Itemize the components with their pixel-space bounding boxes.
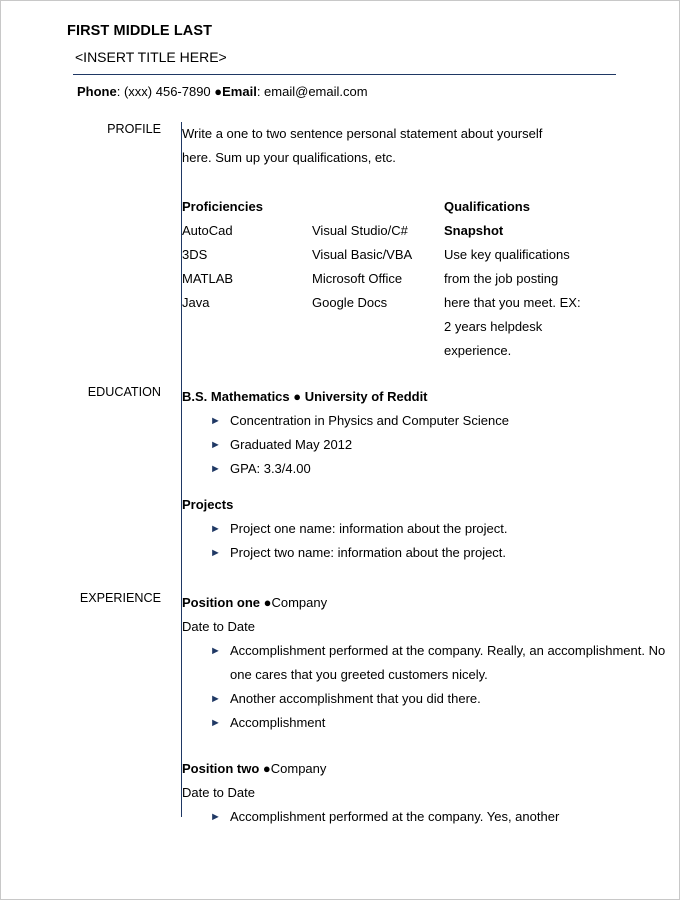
triangle-bullet-icon: ► [210,692,221,705]
skills-column-two: Visual Studio/C# Visual Basic/VBA Micros… [312,195,444,363]
skill-item: Visual Studio/C# [312,222,408,238]
list-item-text: Accomplishment performed at the company.… [230,808,560,824]
qualifications-text-line: experience. [444,342,512,358]
section-label-profile: PROFILE [107,121,161,136]
proficiencies-heading: Proficiencies [182,198,263,214]
list-item: ► Project two name: information about the… [182,541,671,565]
list-item-text: GPA: 3.3/4.00 [230,460,311,476]
triangle-bullet-icon: ► [210,644,221,657]
qualifications-text-line: from the job posting [444,270,559,286]
contact-separator-dot-icon: ● [214,84,223,100]
section-experience: EXPERIENCE Position one ●Company Date to… [1,590,679,829]
qualifications-heading-line-2: Snapshot [444,222,504,238]
skill-item: Google Docs [312,294,388,310]
section-label-experience: EXPERIENCE [79,590,161,605]
skill-item: 3DS [182,246,208,262]
triangle-bullet-icon: ► [210,522,221,535]
position-company: ●Company [262,760,327,776]
position-title: Position two [182,760,263,776]
experience-bullet-list: ► Accomplishment performed at the company… [182,805,671,829]
list-item-text: Accomplishment performed at the company.… [230,642,666,682]
email-label: Email [222,84,257,100]
resume-header: FIRST MIDDLE LAST <INSERT TITLE HERE> Ph… [1,1,679,100]
position-dates: Date to Date [182,784,255,800]
position-company: ●Company [263,594,328,610]
experience-bullet-list: ► Accomplishment performed at the company… [182,639,671,735]
list-item: ► Another accomplishment that you did the… [182,687,671,711]
skill-item: Microsoft Office [312,270,403,286]
list-item: ► Accomplishment performed at the company… [182,805,671,829]
triangle-bullet-icon: ► [210,546,221,559]
triangle-bullet-icon: ► [210,438,221,451]
projects-heading: Projects [182,496,234,512]
qualifications-heading-line-1: Qualifications [444,198,530,214]
list-item-text: Project two name: information about the … [230,544,507,560]
email-value: : email@email.com [256,84,368,100]
list-item: ► Concentration in Physics and Computer S… [182,409,671,433]
skills-table: Proficiencies AutoCad 3DS MATLAB Java Vi… [182,195,671,363]
skill-item: MATLAB [182,270,234,286]
profile-statement-line-1: Write a one to two sentence personal sta… [182,125,543,141]
skills-column-one: Proficiencies AutoCad 3DS MATLAB Java [182,195,312,363]
triangle-bullet-icon: ► [210,716,221,729]
list-item: ► GPA: 3.3/4.00 [182,457,671,481]
contact-line: Phone: (xxx) 456-7890 ●Email: email@emai… [67,84,621,100]
phone-label: Phone [77,84,117,100]
skill-item: Java [182,294,210,310]
header-divider-rule [73,74,616,76]
phone-value: : (xxx) 456-7890 [116,84,215,100]
list-item-text: Graduated May 2012 [230,436,353,452]
section-profile: PROFILE Write a one to two sentence pers… [1,121,679,363]
section-label-education: EDUCATION [87,384,161,399]
skill-item: AutoCad [182,222,233,238]
section-content-profile: Write a one to two sentence personal sta… [171,122,671,363]
triangle-bullet-icon: ► [210,414,221,427]
skill-item: Visual Basic/VBA [312,246,413,262]
resume-body: PROFILE Write a one to two sentence pers… [1,121,679,829]
list-item-text: Project one name: information about the … [230,520,508,536]
projects-bullet-list: ► Project one name: information about the… [182,517,671,565]
list-item-text: Concentration in Physics and Computer Sc… [230,412,509,428]
skills-column-two-spacer [312,195,444,219]
section-education: EDUCATION B.S. Mathematics ● University … [1,384,679,565]
experience-entry: Position one ●Company Date to Date ► Acco… [182,591,671,735]
position-heading: Position two ●Company [182,757,671,781]
list-item-text: Accomplishment [230,714,326,730]
qualifications-text-line: 2 years helpdesk [444,318,543,334]
position-heading: Position one ●Company [182,591,671,615]
triangle-bullet-icon: ► [210,810,221,823]
position-dates: Date to Date [182,618,255,634]
experience-entry: Position two ●Company Date to Date ► Acco… [182,757,671,829]
position-title: Position one [182,594,264,610]
candidate-title: <INSERT TITLE HERE> [75,49,227,66]
candidate-name: FIRST MIDDLE LAST [67,23,213,39]
degree-line: B.S. Mathematics ● University of Reddit [182,388,428,404]
triangle-bullet-icon: ► [210,462,221,475]
resume-sheet: FIRST MIDDLE LAST <INSERT TITLE HERE> Ph… [1,1,679,829]
profile-statement-line-2: here. Sum up your qualifications, etc. [182,149,396,165]
section-content-education: B.S. Mathematics ● University of Reddit … [171,385,671,565]
list-item: ► Accomplishment performed at the company… [182,639,671,687]
education-bullet-list: ► Concentration in Physics and Computer S… [182,409,671,481]
resume-page: FIRST MIDDLE LAST <INSERT TITLE HERE> Ph… [0,0,680,900]
qualifications-column: Qualifications Snapshot Use key qualific… [444,195,604,363]
list-item-text: Another accomplishment that you did ther… [230,690,481,706]
list-item: ► Project one name: information about the… [182,517,671,541]
qualifications-text-line: Use key qualifications [444,246,570,262]
list-item: ► Accomplishment [182,711,671,735]
section-content-experience: Position one ●Company Date to Date ► Acco… [171,591,671,829]
qualifications-text-line: here that you meet. EX: [444,294,581,310]
list-item: ► Graduated May 2012 [182,433,671,457]
